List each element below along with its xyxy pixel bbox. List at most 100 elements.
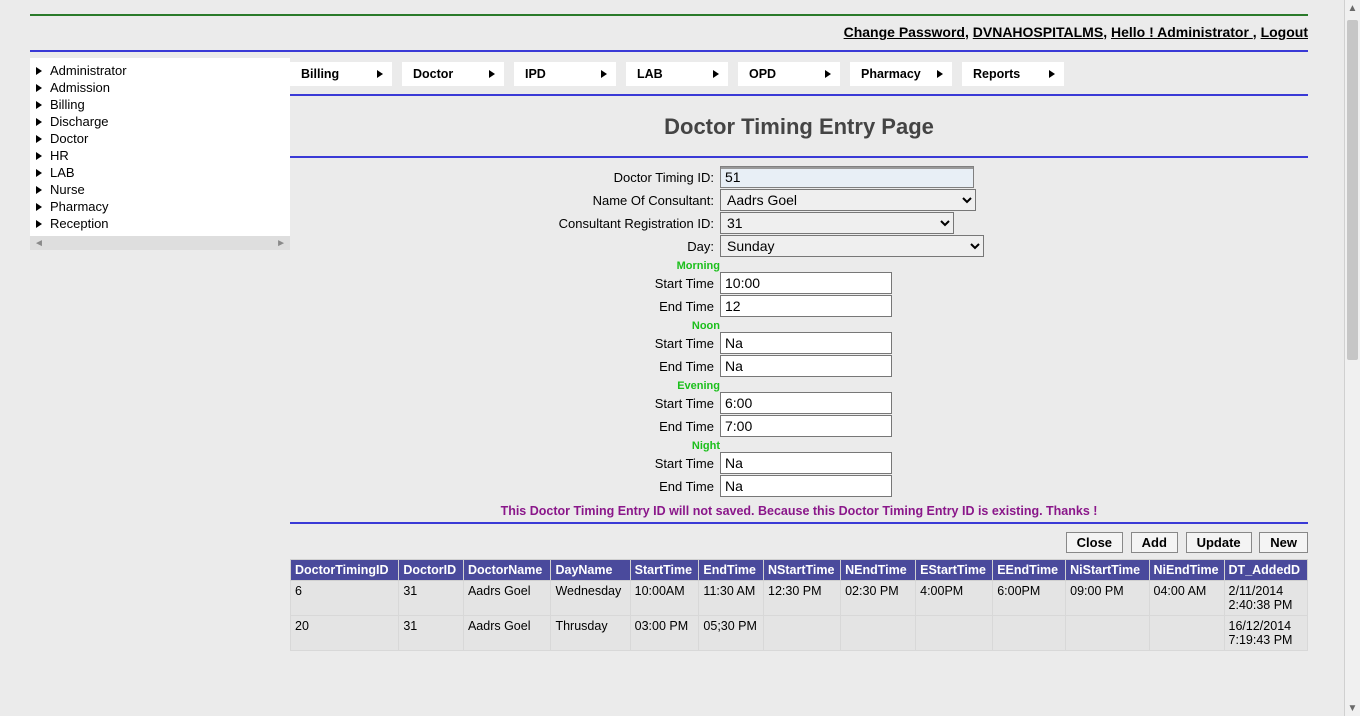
section-morning: Morning xyxy=(290,258,720,272)
menu-billing[interactable]: Billing xyxy=(290,62,392,86)
brand-link[interactable]: DVNAHOSPITALMS xyxy=(973,24,1103,40)
consultant-reg-id-select[interactable]: 31 xyxy=(720,212,954,234)
table-row[interactable]: 631Aadrs GoelWednesday10:00AM11:30 AM12:… xyxy=(291,581,1308,616)
caret-right-icon xyxy=(489,70,495,78)
th-endtime: EndTime xyxy=(699,560,764,581)
menu-reports[interactable]: Reports xyxy=(962,62,1064,86)
consultant-name-select[interactable]: Aadrs Goel xyxy=(720,189,976,211)
greeting-link[interactable]: Hello ! Administrator xyxy=(1111,24,1253,40)
table-cell xyxy=(1066,616,1149,651)
table-cell: 16/12/2014 7:19:43 PM xyxy=(1224,616,1307,651)
th-nistarttime: NiStartTime xyxy=(1066,560,1149,581)
menu-lab[interactable]: LAB xyxy=(626,62,728,86)
evening-end-input[interactable] xyxy=(720,415,892,437)
close-button[interactable]: Close xyxy=(1066,532,1123,553)
sidebar-item-doctor[interactable]: Doctor xyxy=(30,130,290,147)
label-noon-start: Start Time xyxy=(290,336,720,351)
sidebar-item-billing[interactable]: Billing xyxy=(30,96,290,113)
th-nendtime: NEndTime xyxy=(841,560,916,581)
label-evening-end: End Time xyxy=(290,419,720,434)
scroll-down-icon[interactable]: ▼ xyxy=(1345,700,1360,716)
th-doctorid: DoctorID xyxy=(399,560,464,581)
table-cell: 4:00PM xyxy=(916,581,993,616)
th-niendtime: NiEndTime xyxy=(1149,560,1224,581)
label-day: Day: xyxy=(290,239,720,254)
sidebar-item-hr[interactable]: HR xyxy=(30,147,290,164)
th-starttime: StartTime xyxy=(630,560,699,581)
change-password-link[interactable]: Change Password xyxy=(844,24,965,40)
table-cell: 6 xyxy=(291,581,399,616)
noon-end-input[interactable] xyxy=(720,355,892,377)
table-cell: Wednesday xyxy=(551,581,630,616)
label-consultant-name: Name Of Consultant: xyxy=(290,193,720,208)
table-cell: 31 xyxy=(399,616,464,651)
th-dayname: DayName xyxy=(551,560,630,581)
label-morning-end: End Time xyxy=(290,299,720,314)
table-cell xyxy=(764,616,841,651)
morning-end-input[interactable] xyxy=(720,295,892,317)
caret-right-icon xyxy=(825,70,831,78)
th-estarttime: EStartTime xyxy=(916,560,993,581)
th-doctortimingid: DoctorTimingID xyxy=(291,560,399,581)
table-cell: 20 xyxy=(291,616,399,651)
th-nstarttime: NStartTime xyxy=(764,560,841,581)
add-button[interactable]: Add xyxy=(1131,532,1178,553)
sidebar-item-admission[interactable]: Admission xyxy=(30,79,290,96)
night-start-input[interactable] xyxy=(720,452,892,474)
scroll-up-icon[interactable]: ▲ xyxy=(1345,0,1360,16)
new-button[interactable]: New xyxy=(1259,532,1308,553)
top-menu: Billing Doctor IPD LAB OPD Pharmacy Repo… xyxy=(290,58,1308,94)
table-cell: 05;30 PM xyxy=(699,616,764,651)
table-cell: 12:30 PM xyxy=(764,581,841,616)
noon-start-input[interactable] xyxy=(720,332,892,354)
sidebar-item-nurse[interactable]: Nurse xyxy=(30,181,290,198)
day-select[interactable]: Sunday xyxy=(720,235,984,257)
section-noon: Noon xyxy=(290,318,720,332)
label-night-end: End Time xyxy=(290,479,720,494)
section-night: Night xyxy=(290,438,720,452)
table-cell: 11:30 AM xyxy=(699,581,764,616)
table-cell: 10:00AM xyxy=(630,581,699,616)
morning-start-input[interactable] xyxy=(720,272,892,294)
doctor-timing-id-field xyxy=(720,166,974,188)
table-cell: Aadrs Goel xyxy=(463,616,551,651)
label-night-start: Start Time xyxy=(290,456,720,471)
warning-message: This Doctor Timing Entry ID will not sav… xyxy=(290,498,1308,522)
caret-right-icon xyxy=(1049,70,1055,78)
menu-ipd[interactable]: IPD xyxy=(514,62,616,86)
label-doctor-timing-id: Doctor Timing ID: xyxy=(290,170,720,185)
vertical-scrollbar[interactable]: ▲ ▼ xyxy=(1344,0,1360,716)
sidebar-item-pharmacy[interactable]: Pharmacy xyxy=(30,198,290,215)
night-end-input[interactable] xyxy=(720,475,892,497)
table-cell: Thrusday xyxy=(551,616,630,651)
caret-right-icon xyxy=(937,70,943,78)
chevron-right-icon: ► xyxy=(276,238,286,249)
table-cell: 2/11/2014 2:40:38 PM xyxy=(1224,581,1307,616)
header-links: Change Password, DVNAHOSPITALMS, Hello !… xyxy=(30,16,1308,50)
table-cell: 02:30 PM xyxy=(841,581,916,616)
table-cell xyxy=(1149,616,1224,651)
menu-pharmacy[interactable]: Pharmacy xyxy=(850,62,952,86)
caret-right-icon xyxy=(377,70,383,78)
caret-right-icon xyxy=(713,70,719,78)
sidebar: Administrator Admission Billing Discharg… xyxy=(30,58,290,236)
table-cell xyxy=(841,616,916,651)
table-cell xyxy=(993,616,1066,651)
page-title: Doctor Timing Entry Page xyxy=(290,96,1308,156)
menu-doctor[interactable]: Doctor xyxy=(402,62,504,86)
logout-link[interactable]: Logout xyxy=(1261,24,1308,40)
label-noon-end: End Time xyxy=(290,359,720,374)
menu-opd[interactable]: OPD xyxy=(738,62,840,86)
sidebar-item-discharge[interactable]: Discharge xyxy=(30,113,290,130)
sidebar-item-administrator[interactable]: Administrator xyxy=(30,62,290,79)
update-button[interactable]: Update xyxy=(1186,532,1252,553)
sidebar-item-lab[interactable]: LAB xyxy=(30,164,290,181)
sidebar-item-reception[interactable]: Reception xyxy=(30,215,290,232)
evening-start-input[interactable] xyxy=(720,392,892,414)
table-cell: 6:00PM xyxy=(993,581,1066,616)
th-eendtime: EEndTime xyxy=(993,560,1066,581)
table-cell: Aadrs Goel xyxy=(463,581,551,616)
sidebar-scroll-indicator: ◄ ► xyxy=(30,236,290,250)
table-row[interactable]: 2031Aadrs GoelThrusday03:00 PM05;30 PM16… xyxy=(291,616,1308,651)
scroll-thumb[interactable] xyxy=(1347,20,1358,360)
